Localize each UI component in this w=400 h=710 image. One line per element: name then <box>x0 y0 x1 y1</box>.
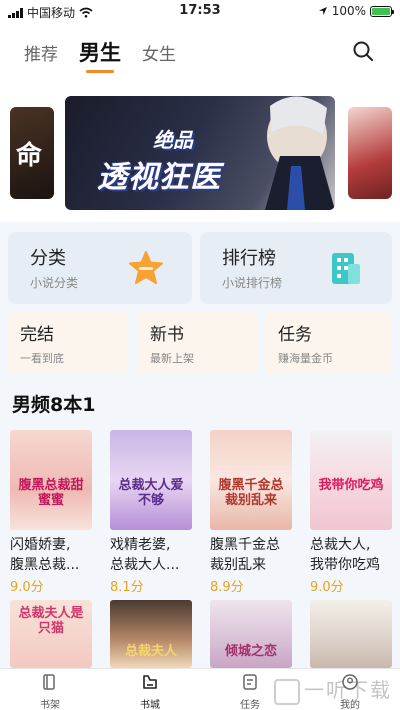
book-cover[interactable]: 总裁夫人是只猫 <box>10 600 92 668</box>
banner-title: 透视狂医 <box>97 160 221 195</box>
book-cover[interactable] <box>310 600 392 668</box>
book-cover[interactable]: 总裁大人爱不够 <box>110 430 192 530</box>
shortcut-title: 任务 <box>278 325 312 345</box>
book-title-line1: 闪婚娇妻, <box>10 537 71 553</box>
category-title: 分类 <box>30 248 66 269</box>
bookstore-icon <box>143 675 157 689</box>
book-score: 9.0分 <box>310 580 344 595</box>
book-cover[interactable]: 腹黑千金总裁别乱来 <box>210 430 292 530</box>
watermark: 一听下载 <box>274 674 392 705</box>
book-title-line1: 总裁大人, <box>310 537 371 553</box>
book-card[interactable] <box>310 600 394 668</box>
book-cover[interactable]: 倾城之恋 <box>210 600 292 668</box>
location-icon <box>318 7 327 15</box>
book-cover[interactable]: 总裁夫人 <box>110 600 192 668</box>
book-card[interactable]: 倾城之恋 <box>210 600 294 668</box>
banner-subtitle: 绝品 <box>153 128 193 152</box>
nav-bookstore[interactable]: 书城 <box>120 671 180 710</box>
shortcut-title: 完结 <box>20 325 54 345</box>
book-cover[interactable]: 我带你吃鸡 <box>310 430 392 530</box>
book-title-line1: 戏精老婆, <box>110 537 171 553</box>
book-title-line2: 腹黑总裁... <box>10 557 80 573</box>
book-card[interactable]: 总裁大人爱不够 戏精老婆, 总裁大人... 8.1分 <box>110 430 194 595</box>
book-score: 8.1分 <box>110 580 144 595</box>
book-card[interactable]: 我带你吃鸡 总裁大人, 我带你吃鸡 9.0分 <box>310 430 394 595</box>
bookshelf-icon <box>43 674 55 690</box>
tab-indicator <box>86 70 114 73</box>
search-icon[interactable] <box>352 40 374 62</box>
shortcut-subtitle: 赚海量金币 <box>278 352 333 365</box>
cover-title: 腹黑总裁甜蜜蜜 <box>18 478 84 508</box>
nav-label: 书架 <box>40 700 60 710</box>
watermark-text: 一听下载 <box>304 678 392 702</box>
cover-title: 腹黑千金总裁别乱来 <box>218 478 284 508</box>
tab-male[interactable]: 男生 <box>79 37 121 67</box>
book-title-line2: 我带你吃鸡 <box>310 557 380 573</box>
ranking-card[interactable]: 排行榜 小说排行榜 <box>200 232 392 304</box>
nav-bookshelf[interactable]: 书架 <box>20 671 80 710</box>
tab-female[interactable]: 女生 <box>142 40 176 65</box>
task-icon <box>243 674 257 690</box>
banner-carousel[interactable]: 命 绝品 透视狂医 <box>0 82 400 222</box>
section-title: 男频8本1 <box>12 394 96 416</box>
battery-icon <box>370 5 394 17</box>
shortcut-tasks[interactable]: 任务 赚海量金币 <box>266 312 392 374</box>
book-title-line2: 裁别乱来 <box>210 557 266 573</box>
top-tab-bar: 推荐 男生 女生 <box>0 22 400 82</box>
book-score: 9.0分 <box>10 580 44 595</box>
cover-title: 总裁夫人 <box>124 644 177 659</box>
book-title-line1: 腹黑千金总 <box>210 537 280 553</box>
banner-main[interactable]: 绝品 透视狂医 <box>65 96 335 210</box>
watermark-logo-icon <box>274 678 300 705</box>
ranking-title: 排行榜 <box>222 248 276 269</box>
book-card[interactable]: 腹黑千金总裁别乱来 腹黑千金总 裁别乱来 8.9分 <box>210 430 294 595</box>
nav-label: 任务 <box>240 700 260 710</box>
category-subtitle: 小说分类 <box>30 276 79 290</box>
shortcut-subtitle: 一看到底 <box>20 352 64 365</box>
book-score: 8.9分 <box>210 580 244 595</box>
tab-recommend[interactable]: 推荐 <box>24 40 58 65</box>
book-title-line2: 总裁大人... <box>110 557 180 573</box>
cover-title: 我带你吃鸡 <box>318 478 384 493</box>
battery-percent: 100% <box>331 4 366 18</box>
book-card[interactable]: 腹黑总裁甜蜜蜜 闪婚娇妻, 腹黑总裁... 9.0分 <box>10 430 94 595</box>
book-card[interactable]: 总裁夫人是只猫 <box>10 600 94 668</box>
status-bar: 中国移动 17:53 100% <box>0 0 400 22</box>
banner-prev-card[interactable]: 命 <box>10 107 54 199</box>
banner-prev-text: 命 <box>16 141 43 171</box>
building-icon <box>332 253 360 284</box>
cover-title: 总裁大人爱不够 <box>118 478 184 508</box>
book-cover[interactable]: 腹黑总裁甜蜜蜜 <box>10 430 92 530</box>
cover-title: 总裁夫人是只猫 <box>18 606 84 636</box>
shortcut-subtitle: 最新上架 <box>150 352 194 365</box>
nav-tasks[interactable]: 任务 <box>220 671 280 710</box>
shortcut-new-books[interactable]: 新书 最新上架 <box>138 312 258 374</box>
category-card[interactable]: 分类 小说分类 <box>8 232 192 304</box>
nav-label: 书城 <box>140 700 160 710</box>
cover-title: 倾城之恋 <box>224 644 277 659</box>
star-icon <box>129 251 163 284</box>
shortcut-title: 新书 <box>150 325 184 345</box>
shortcut-completed[interactable]: 完结 一看到底 <box>8 312 128 374</box>
book-card[interactable]: 总裁夫人 <box>110 600 194 668</box>
banner-next-card[interactable] <box>348 107 392 199</box>
ranking-subtitle: 小说排行榜 <box>222 276 283 290</box>
